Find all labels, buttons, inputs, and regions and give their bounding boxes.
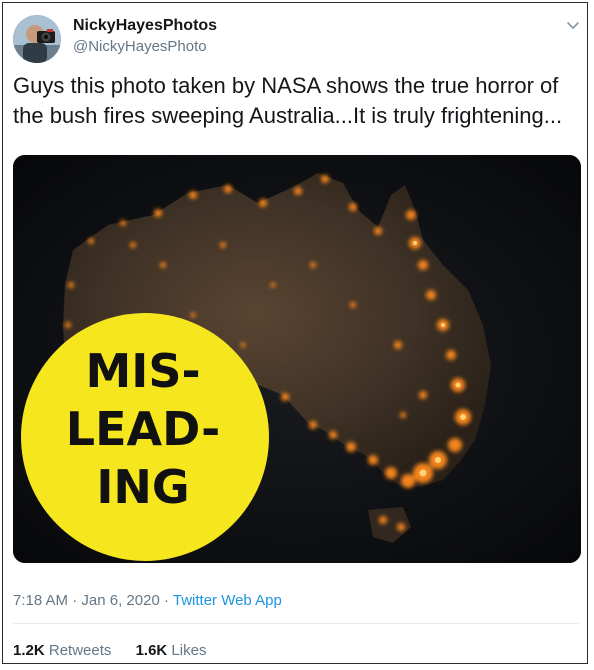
- tweet-stats: 1.2K Retweets 1.6K Likes: [13, 642, 226, 659]
- retweets-stat[interactable]: 1.2K Retweets: [13, 642, 111, 659]
- likes-count: 1.6K: [135, 642, 168, 659]
- tweet-image[interactable]: MIS- LEAD- ING: [13, 155, 581, 563]
- stamp-line-2: LEAD-: [66, 402, 220, 456]
- likes-label: Likes: [171, 642, 207, 659]
- author-name[interactable]: NickyHayesPhotos: [73, 17, 217, 35]
- tweet-card: NickyHayesPhotos @NickyHayesPhoto Guys t…: [2, 2, 588, 664]
- likes-stat[interactable]: 1.6K Likes: [136, 642, 207, 659]
- meta-separator: ·: [68, 592, 82, 609]
- retweets-count: 1.2K: [13, 642, 45, 659]
- tweet-meta: 7:18 AM · Jan 6, 2020 · Twitter Web App: [13, 592, 282, 609]
- meta-separator: ·: [159, 592, 173, 609]
- retweets-label: Retweets: [48, 642, 112, 659]
- tweet-time[interactable]: 7:18 AM: [13, 592, 68, 609]
- author-handle[interactable]: @NickyHayesPhoto: [73, 38, 207, 55]
- divider: [13, 623, 579, 624]
- stamp-line-3: ING: [96, 460, 189, 514]
- chevron-down-icon[interactable]: [565, 17, 581, 33]
- avatar[interactable]: [13, 15, 61, 63]
- australia-fire-map: MIS- LEAD- ING: [13, 155, 581, 563]
- tweet-date[interactable]: Jan 6, 2020: [81, 592, 159, 609]
- avatar-photo: [13, 15, 61, 63]
- stamp-line-1: MIS-: [85, 344, 200, 398]
- tweet-text: Guys this photo taken by NASA shows the …: [13, 73, 563, 128]
- source-app-link[interactable]: Twitter Web App: [173, 592, 282, 609]
